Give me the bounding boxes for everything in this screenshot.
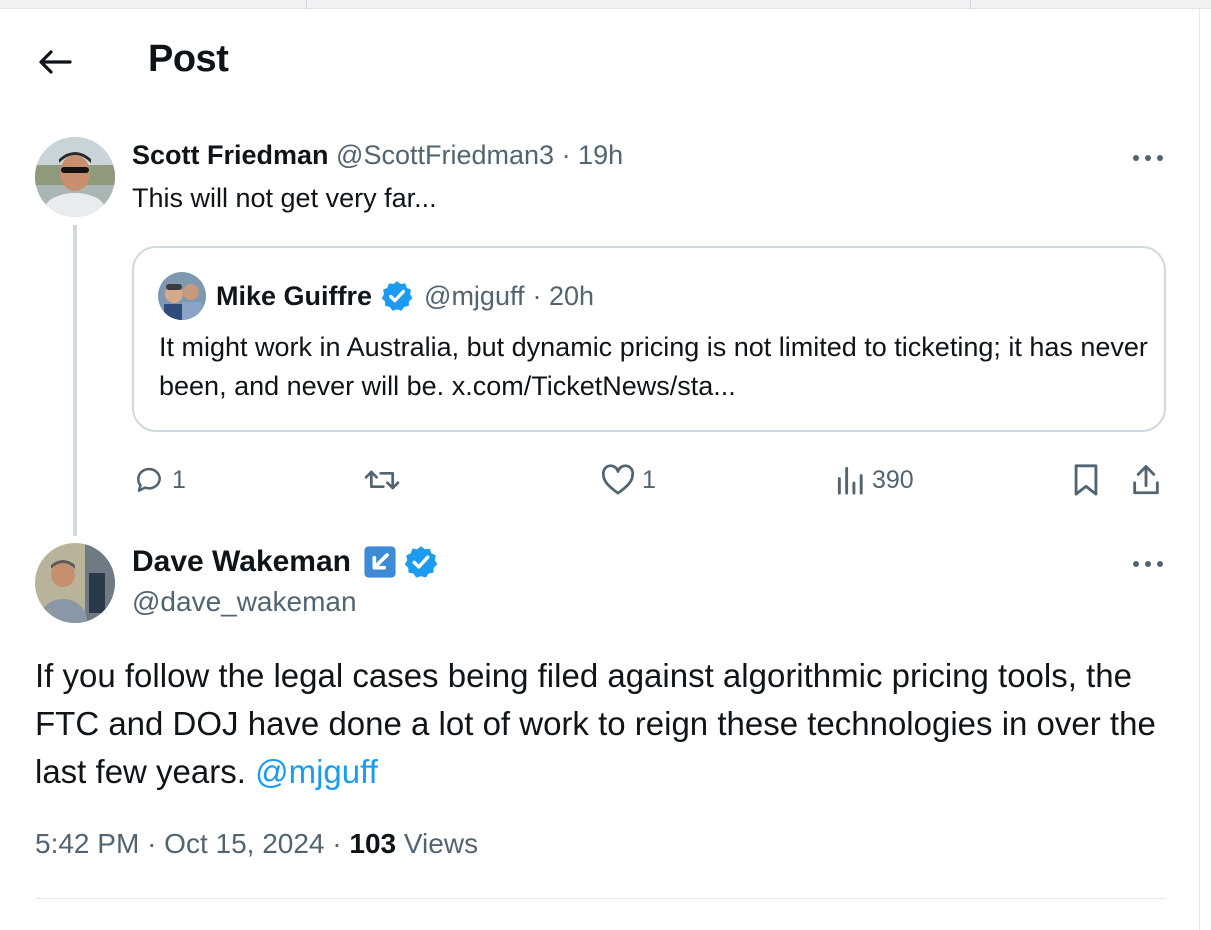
column-border (1199, 9, 1200, 930)
like-count: 1 (642, 465, 656, 494)
quoted-post-card[interactable]: Mike Guiffre @mjguff · 20h It might work… (132, 246, 1166, 432)
reply-post-header: Scott Friedman @ScottFriedman3 · 19h (132, 140, 623, 171)
views-icon (837, 466, 863, 495)
share-icon (1133, 465, 1159, 495)
avatar-scott[interactable] (35, 137, 115, 217)
strip-divider (306, 0, 307, 9)
thread-connector (73, 225, 77, 536)
views-label: Views (403, 828, 479, 859)
avatar-photo (35, 543, 115, 623)
divider (35, 898, 1166, 899)
repost-button[interactable] (362, 460, 402, 500)
avatar-photo (35, 137, 115, 217)
views-button[interactable]: 390 (836, 460, 914, 500)
more-icon (1133, 561, 1163, 567)
like-icon (601, 464, 635, 495)
back-arrow-icon (39, 50, 72, 74)
avatar-photo (158, 272, 206, 320)
views-number: 103 (349, 828, 397, 859)
strip-divider (970, 0, 971, 9)
verified-badge-icon[interactable] (403, 544, 439, 580)
main-post-body: If you follow the legal cases being file… (35, 657, 1156, 790)
like-button[interactable]: 1 (600, 460, 656, 500)
post-meta: 5:42 PM · Oct 15, 2024 · 103 Views (35, 828, 478, 860)
mention-link[interactable]: @mjguff (255, 753, 378, 790)
quoted-author-handle: @mjguff (424, 280, 525, 311)
quoted-post-text: It might work in Australia, but dynamic … (159, 332, 1148, 401)
verified-badge-icon (381, 281, 413, 311)
share-button[interactable] (1130, 460, 1162, 500)
post-date[interactable]: · Oct 15, 2024 · (147, 828, 342, 859)
more-icon (1133, 155, 1163, 161)
more-button[interactable] (1126, 549, 1170, 579)
author-handle[interactable]: @ScottFriedman3 (336, 140, 554, 170)
more-button[interactable] (1126, 143, 1170, 173)
main-post-text: If you follow the legal cases being file… (35, 652, 1175, 796)
views-count: 390 (872, 465, 914, 494)
post-timestamp[interactable]: 5:42 PM (35, 828, 139, 859)
quoted-post-header: Mike Guiffre @mjguff · 20h (216, 279, 594, 313)
bookmark-button[interactable] (1071, 460, 1101, 500)
quoted-author-name: Mike Guiffre (216, 280, 373, 311)
post-time[interactable]: · 19h (562, 140, 624, 170)
browser-top-strip (0, 0, 1211, 9)
quoted-post-time: · 20h (532, 280, 595, 311)
page-title: Post (148, 38, 229, 80)
affiliate-badge-icon[interactable] (363, 545, 397, 579)
author-name[interactable]: Scott Friedman (132, 140, 329, 170)
avatar-dave[interactable] (35, 543, 115, 623)
repost-icon (364, 470, 400, 490)
reply-post-text: This will not get very far... (132, 183, 437, 213)
avatar-mike (158, 272, 206, 320)
reply-button[interactable]: 1 (132, 460, 186, 500)
main-post-author: Dave Wakeman (132, 544, 439, 580)
reply-icon (137, 467, 161, 492)
main-author-name[interactable]: Dave Wakeman (132, 545, 351, 579)
back-button[interactable] (30, 40, 80, 84)
main-author-handle[interactable]: @dave_wakeman (132, 586, 357, 618)
bookmark-icon (1074, 464, 1098, 496)
reply-count: 1 (172, 465, 186, 494)
